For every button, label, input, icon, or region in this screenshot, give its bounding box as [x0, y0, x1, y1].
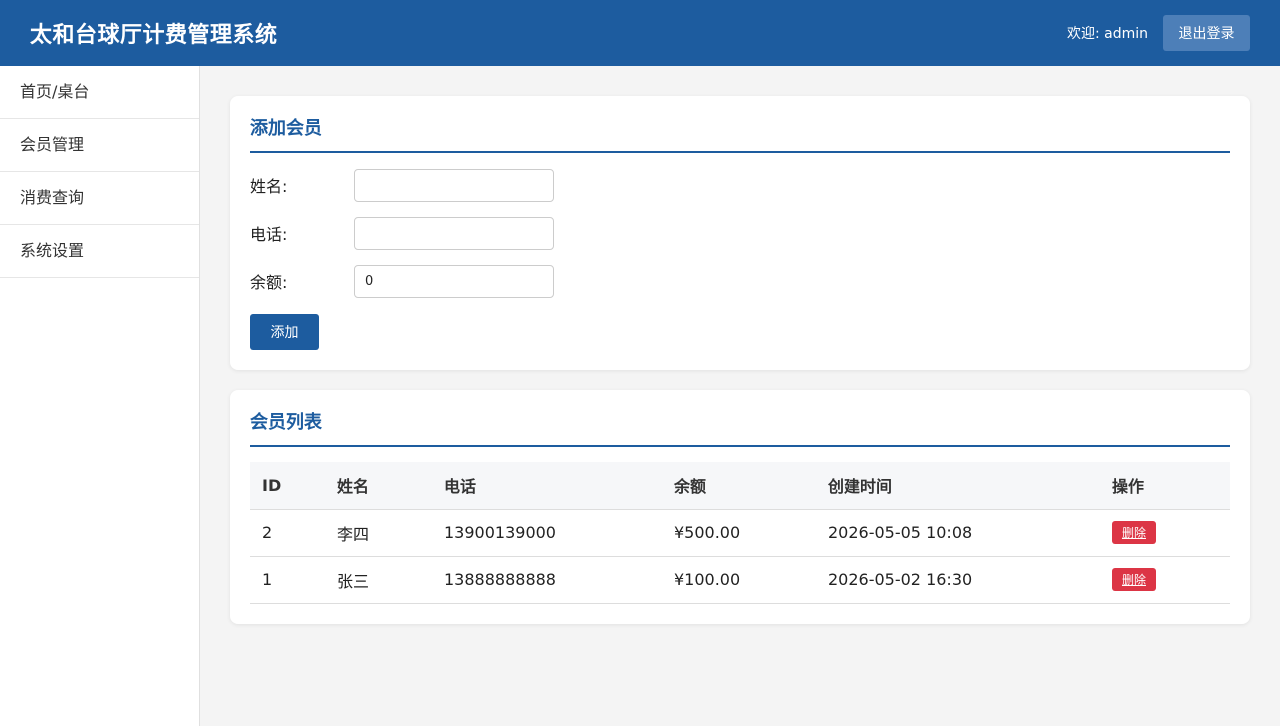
- balance-label: 余额:: [250, 273, 288, 292]
- cell-created: 2026-05-05 10:08: [816, 509, 1100, 557]
- cell-phone: 13900139000: [432, 509, 662, 557]
- main-content: 添加会员 姓名: 电话: 余额: 添加 会员列表 ID 姓名 电话 余额 创建时…: [230, 96, 1250, 624]
- top-header: 太和台球厅计费管理系统 欢迎: admin 退出登录: [0, 0, 1280, 66]
- add-member-card: 添加会员 姓名: 电话: 余额: 添加: [230, 96, 1250, 370]
- cell-id: 1: [250, 556, 325, 604]
- column-header-id: ID: [250, 462, 325, 510]
- cell-name: 张三: [325, 556, 432, 604]
- column-header-name: 姓名: [325, 462, 432, 510]
- cell-id: 2: [250, 509, 325, 557]
- member-list-card: 会员列表 ID 姓名 电话 余额 创建时间 操作 2 李四 1390013900…: [230, 390, 1250, 624]
- table-row: 1 张三 13888888888 ¥100.00 2026-05-02 16:3…: [250, 556, 1230, 604]
- sidebar-item-settings[interactable]: 系统设置: [0, 225, 199, 278]
- phone-row: 电话:: [250, 216, 1230, 250]
- cell-phone: 13888888888: [432, 556, 662, 604]
- cell-created: 2026-05-02 16:30: [816, 556, 1100, 604]
- delete-button[interactable]: 删除: [1112, 568, 1156, 591]
- table-row: 2 李四 13900139000 ¥500.00 2026-05-05 10:0…: [250, 509, 1230, 557]
- phone-label: 电话:: [250, 225, 288, 244]
- sidebar-item-home[interactable]: 首页/桌台: [0, 66, 199, 119]
- name-input[interactable]: [354, 168, 554, 202]
- balance-input[interactable]: [354, 264, 554, 298]
- member-table: ID 姓名 电话 余额 创建时间 操作 2 李四 13900139000 ¥50…: [250, 462, 1230, 604]
- app-title: 太和台球厅计费管理系统: [30, 23, 278, 48]
- column-header-actions: 操作: [1100, 462, 1230, 510]
- member-list-title: 会员列表: [250, 410, 1230, 447]
- sidebar: 首页/桌台 会员管理 消费查询 系统设置: [0, 66, 200, 726]
- add-member-button[interactable]: 添加: [250, 314, 319, 350]
- table-header-row: ID 姓名 电话 余额 创建时间 操作: [250, 462, 1230, 510]
- welcome-text: 欢迎: admin: [1066, 26, 1148, 42]
- column-header-created: 创建时间: [816, 462, 1100, 510]
- balance-row: 余额:: [250, 264, 1230, 298]
- sidebar-item-consumption[interactable]: 消费查询: [0, 172, 199, 225]
- delete-button[interactable]: 删除: [1112, 521, 1156, 544]
- column-header-phone: 电话: [432, 462, 662, 510]
- header-user-area: 欢迎: admin 退出登录: [1067, 15, 1250, 51]
- sidebar-item-members[interactable]: 会员管理: [0, 119, 199, 172]
- cell-balance: ¥500.00: [662, 509, 816, 557]
- add-member-title: 添加会员: [250, 116, 1230, 153]
- cell-actions: 删除: [1100, 556, 1230, 604]
- name-row: 姓名:: [250, 168, 1230, 202]
- cell-actions: 删除: [1100, 509, 1230, 557]
- name-label: 姓名:: [250, 177, 288, 196]
- logout-button[interactable]: 退出登录: [1163, 15, 1250, 51]
- cell-balance: ¥100.00: [662, 556, 816, 604]
- column-header-balance: 余额: [662, 462, 816, 510]
- cell-name: 李四: [325, 509, 432, 557]
- phone-input[interactable]: [354, 216, 554, 250]
